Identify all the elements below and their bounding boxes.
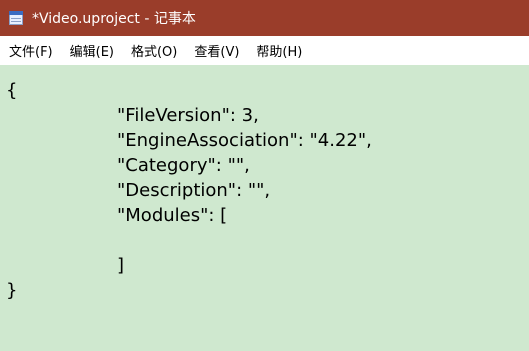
title-bar[interactable]: *Video.uproject - 记事本 <box>0 0 529 36</box>
code-line-category: "Category": "", <box>117 155 250 176</box>
menu-help[interactable]: 帮助(H) <box>256 41 302 60</box>
notepad-window: *Video.uproject - 记事本 文件(F) 编辑(E) 格式(O) … <box>0 0 529 351</box>
menu-view[interactable]: 查看(V) <box>194 41 239 60</box>
text-editor-area[interactable]: { "FileVersion": 3, "EngineAssociation":… <box>0 65 529 351</box>
code-line-file-version: "FileVersion": 3, <box>117 105 259 126</box>
menu-format[interactable]: 格式(O) <box>131 41 177 60</box>
code-line-modules-close: ] <box>117 255 125 276</box>
menu-bar: 文件(F) 编辑(E) 格式(O) 查看(V) 帮助(H) <box>0 36 529 65</box>
notepad-icon <box>8 10 26 26</box>
code-line-engine-association: "EngineAssociation": "4.22", <box>117 130 372 151</box>
code-line-description: "Description": "", <box>117 180 271 201</box>
code-line-modules: "Modules": [ <box>117 205 228 226</box>
code-line-close-brace: } <box>6 280 18 301</box>
menu-edit[interactable]: 编辑(E) <box>70 41 114 60</box>
menu-file[interactable]: 文件(F) <box>9 41 53 60</box>
code-line-open-brace: { <box>6 80 18 101</box>
window-title: *Video.uproject - 记事本 <box>32 11 196 27</box>
